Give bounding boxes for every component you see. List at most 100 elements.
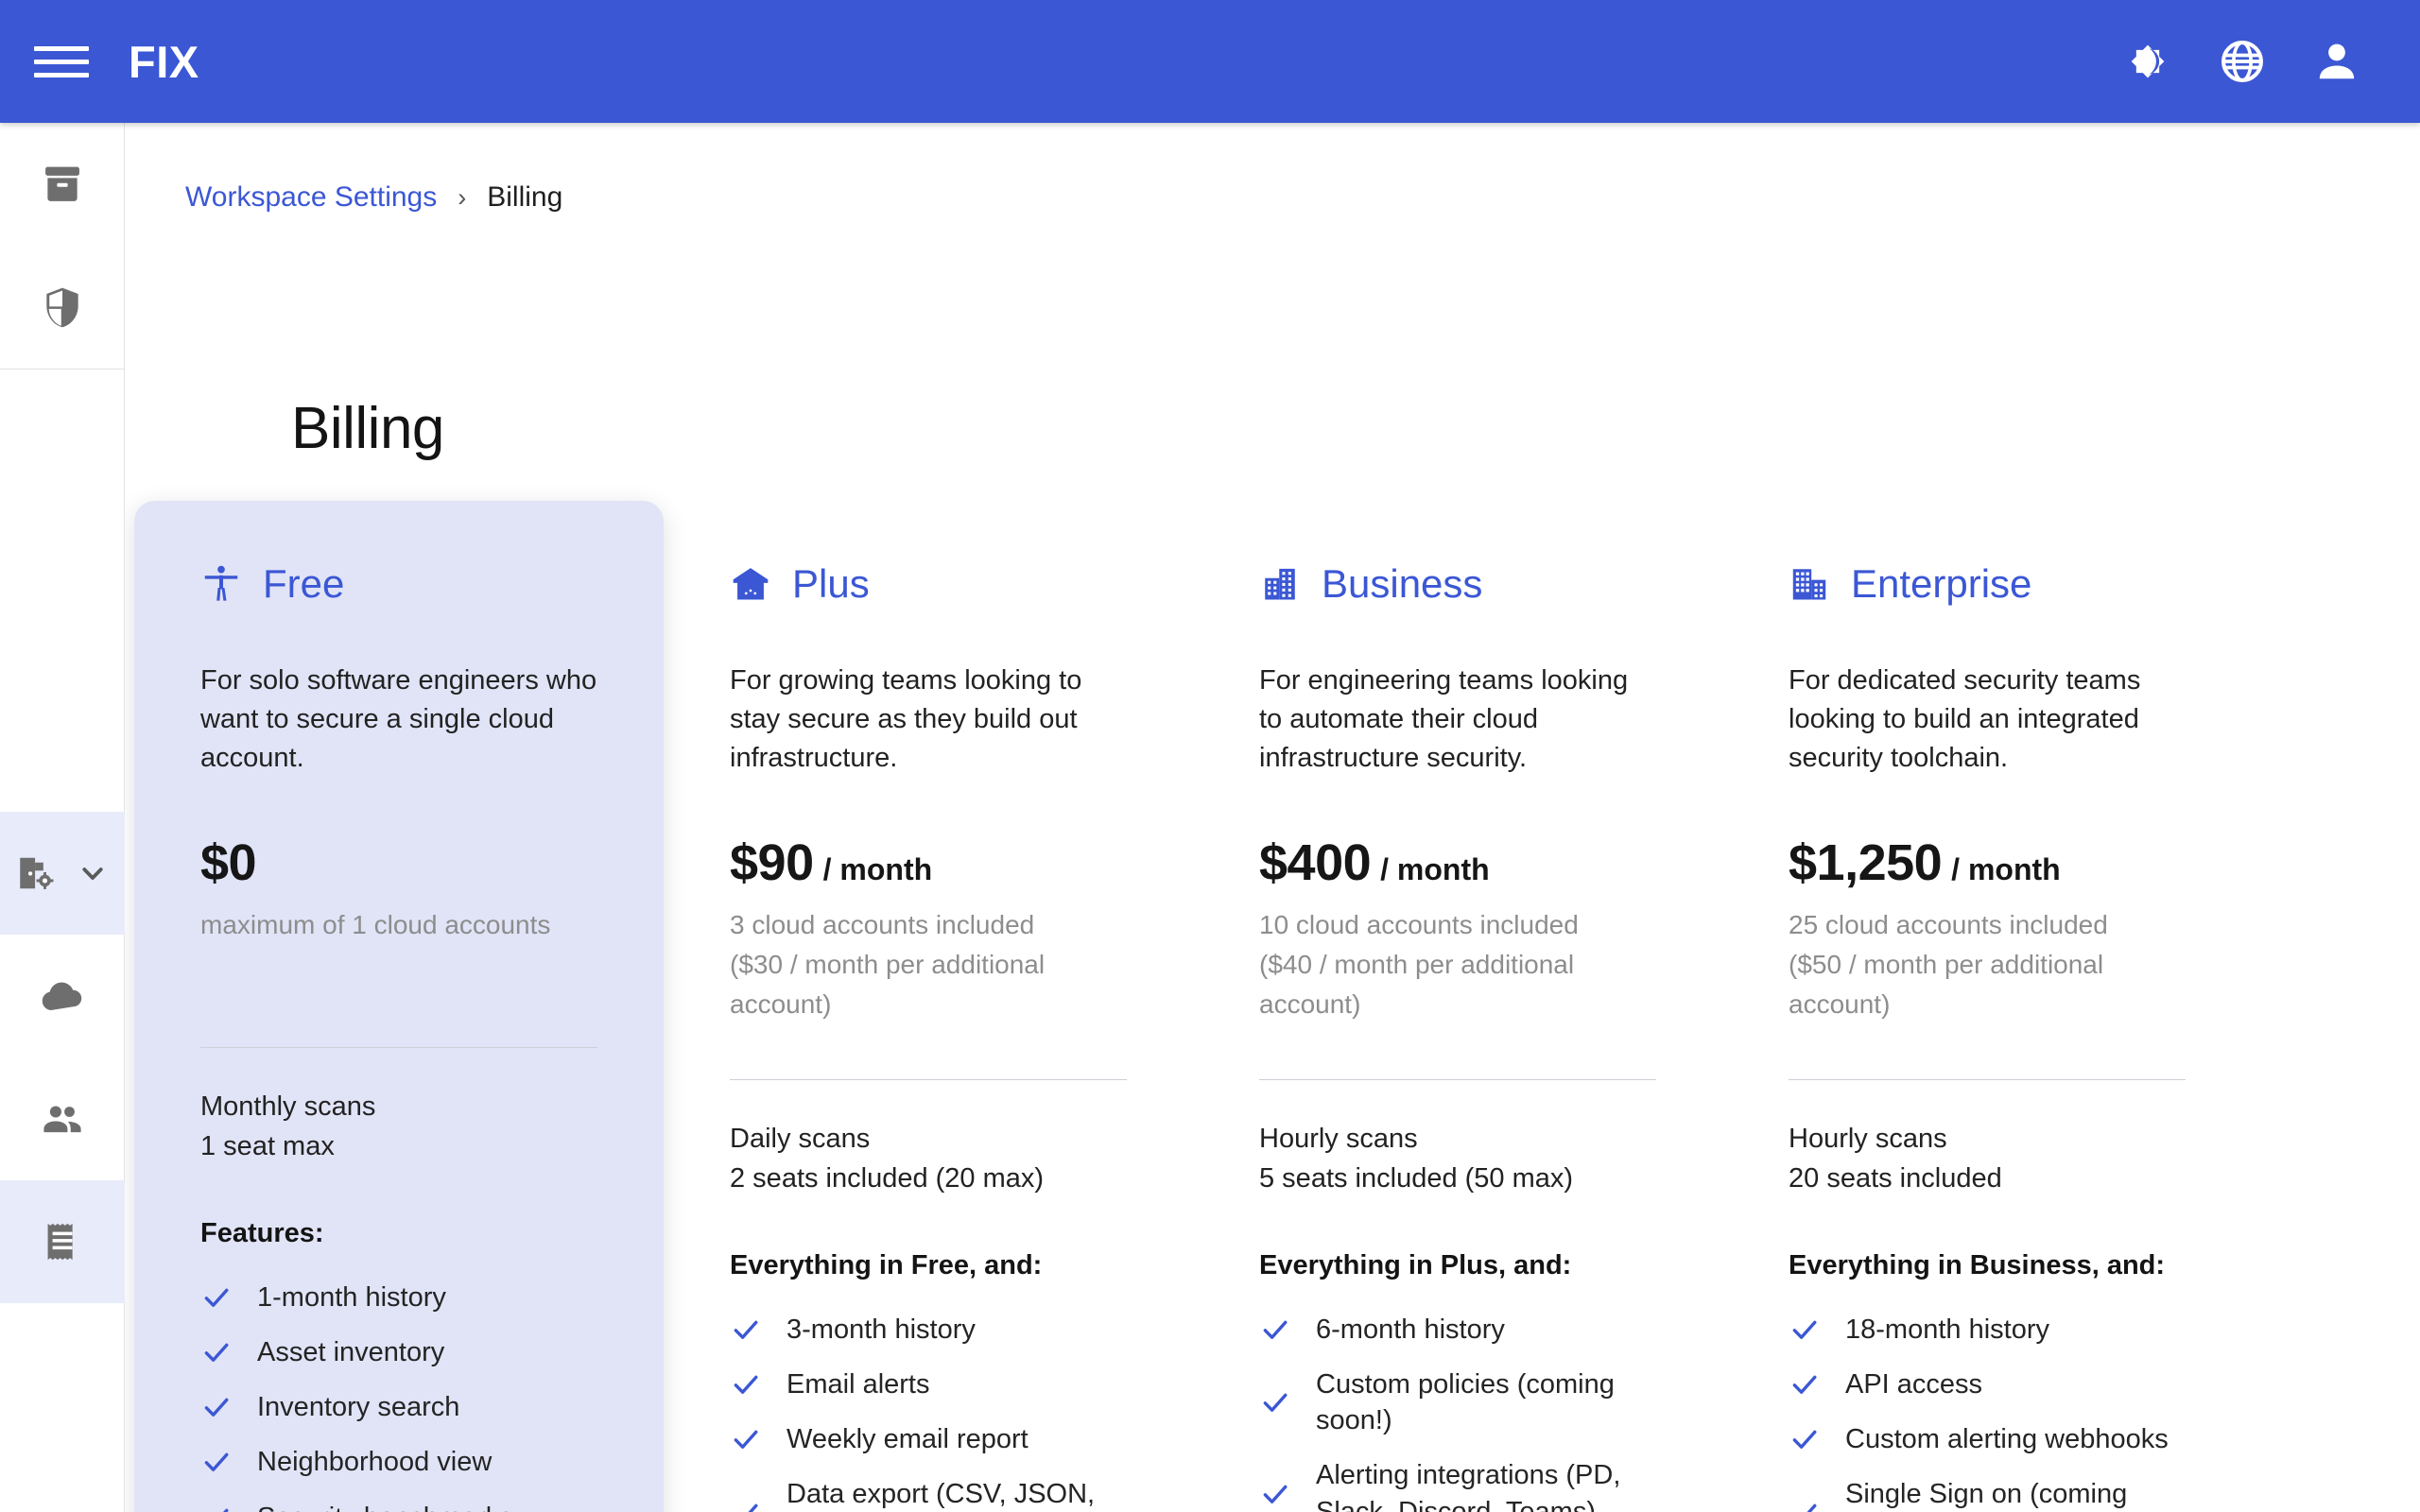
plan-header: Free [200, 559, 597, 609]
plan-scan-info: Hourly scans 20 seats included [1789, 1120, 2186, 1199]
plan-features-heading: Everything in Free, and: [730, 1249, 1043, 1280]
plan-price-row: $1,250 / month [1789, 833, 2186, 892]
home-house-icon [733, 568, 769, 600]
list-item: Custom alerting webhooks [1789, 1416, 2186, 1463]
feature-label: Email alerts [786, 1368, 930, 1400]
brightness-dark-mode-icon[interactable] [2123, 37, 2172, 86]
plan-scan-frequency: Monthly scans [200, 1091, 376, 1122]
list-item: Custom policies (coming soon!) [1259, 1361, 1656, 1445]
plan-price-note-primary: 10 cloud accounts included [1259, 910, 1579, 939]
plan-description: For solo software engineers who want to … [200, 665, 597, 774]
plan-divider [1789, 1079, 2186, 1080]
sidebar-item-inventory[interactable] [0, 123, 125, 246]
plan-scan-info: Daily scans 2 seats included (20 max) [730, 1120, 1127, 1199]
feature-label: API access [1845, 1368, 1983, 1400]
plan-features-heading: Features: [200, 1217, 324, 1248]
left-nav-rail [0, 123, 125, 1512]
plan-price-row: $90 / month [730, 833, 1127, 892]
plan-description: For engineering teams looking to automat… [1259, 665, 1629, 774]
breadcrumb-separator-icon: › [458, 182, 467, 212]
check-icon [204, 1398, 229, 1418]
check-icon [735, 1503, 758, 1512]
check-icon [734, 1375, 758, 1394]
sidebar-item-billing[interactable] [0, 1180, 125, 1303]
plan-price: $90 [730, 834, 814, 891]
feature-label: Custom alerting webhooks [1845, 1424, 2169, 1455]
breadcrumb: Workspace Settings › Billing [185, 181, 562, 214]
workspace-settings-icon [20, 857, 54, 889]
plan-scan-info: Hourly scans 5 seats included (50 max) [1259, 1120, 1656, 1199]
list-item: Inventory search [200, 1383, 597, 1431]
check-icon [1263, 1485, 1288, 1503]
apartment-building-icon [1265, 568, 1295, 600]
plan-seats: 5 seats included (50 max) [1259, 1162, 1574, 1194]
main-content: Workspace Settings › Billing Billing Fre… [125, 123, 2420, 1512]
plan-name: Business [1322, 561, 1483, 606]
list-item: Data export (CSV, JSON, PDF) [730, 1470, 1127, 1512]
plan-price-note-secondary: ($40 / month per additional account) [1259, 950, 1575, 1019]
plan-features-heading: Everything in Business, and: [1789, 1249, 2166, 1280]
plan-features-list: 3-month history Email alerts Weekly emai… [730, 1306, 1127, 1512]
plan-card-free[interactable]: Free For solo software engineers who wan… [134, 501, 664, 1512]
plan-seats: 20 seats included [1789, 1162, 2002, 1194]
plan-name: Free [263, 561, 345, 606]
plan-price-period: / month [1380, 852, 1490, 886]
sidebar-item-users[interactable] [0, 1057, 125, 1180]
person-account-icon[interactable] [2312, 37, 2361, 86]
plan-price-note-secondary: ($30 / month per additional account) [730, 950, 1046, 1019]
list-item: Single Sign on (coming soon!) [1789, 1470, 2186, 1512]
plan-features-list: 1-month history Asset inventory Inventor… [200, 1274, 597, 1512]
plan-header: Plus [730, 559, 1127, 609]
people-icon [43, 1106, 81, 1133]
hamburger-bar [34, 59, 89, 64]
plan-features-list: 6-month history Custom policies (coming … [1259, 1306, 1656, 1512]
plan-card-plus[interactable]: Plus For growing teams looking to stay s… [664, 501, 1193, 1512]
plan-divider [730, 1079, 1127, 1080]
feature-label: Security benchmarks [257, 1500, 513, 1512]
plan-price: $0 [200, 834, 257, 891]
breadcrumb-workspace-settings[interactable]: Workspace Settings [185, 181, 437, 214]
plan-scan-frequency: Daily scans [730, 1124, 871, 1154]
check-icon [204, 1288, 229, 1307]
sidebar-item-workspace-settings[interactable] [0, 812, 125, 935]
plan-price-row: $0 [200, 833, 597, 892]
globe-icon[interactable] [2218, 37, 2267, 86]
plan-price-note-primary: 25 cloud accounts included [1789, 910, 2108, 939]
page-title: Billing [291, 396, 444, 461]
list-item: Alerting integrations (PD, Slack, Discor… [1259, 1452, 1656, 1512]
feature-label: 18-month history [1845, 1314, 2049, 1345]
sidebar-item-cloud-accounts[interactable] [0, 935, 125, 1057]
feature-label: Weekly email report [786, 1424, 1028, 1455]
check-icon [204, 1453, 229, 1472]
list-item: 6-month history [1259, 1306, 1656, 1353]
list-item: 3-month history [730, 1306, 1127, 1353]
list-item: Weekly email report [730, 1416, 1127, 1463]
plan-card-enterprise[interactable]: Enterprise For dedicated security teams … [1722, 501, 2252, 1512]
list-item: Security benchmarks [200, 1494, 597, 1512]
list-item: Neighborhood view [200, 1438, 597, 1486]
plan-price-period: / month [1951, 852, 2061, 886]
check-icon [1263, 1320, 1288, 1339]
feature-label: 1-month history [257, 1281, 446, 1313]
chevron-down-icon[interactable] [75, 855, 111, 891]
check-icon [1263, 1393, 1288, 1412]
plan-card-business[interactable]: Business For engineering teams looking t… [1193, 501, 1722, 1512]
feature-label: Asset inventory [257, 1336, 445, 1367]
check-icon [1792, 1375, 1817, 1394]
app-brand-title: FIX [129, 36, 199, 87]
feature-label: 3-month history [786, 1314, 976, 1345]
feature-label: Neighborhood view [257, 1447, 493, 1478]
cloud-icon [42, 982, 82, 1010]
hamburger-menu-icon[interactable] [34, 40, 89, 83]
check-icon [222, 1508, 229, 1512]
sidebar-item-security[interactable] [0, 246, 125, 369]
check-icon [1793, 1503, 1817, 1512]
plan-price-period: / month [822, 852, 933, 886]
list-item: API access [1789, 1361, 2186, 1408]
plan-header: Business [1259, 559, 1656, 609]
plan-scan-frequency: Hourly scans [1789, 1124, 1947, 1154]
list-item: Asset inventory [200, 1329, 597, 1376]
plan-price-note-primary: maximum of 1 cloud accounts [200, 910, 551, 939]
plan-scan-info: Monthly scans 1 seat max [200, 1088, 597, 1167]
check-icon [204, 1343, 229, 1362]
